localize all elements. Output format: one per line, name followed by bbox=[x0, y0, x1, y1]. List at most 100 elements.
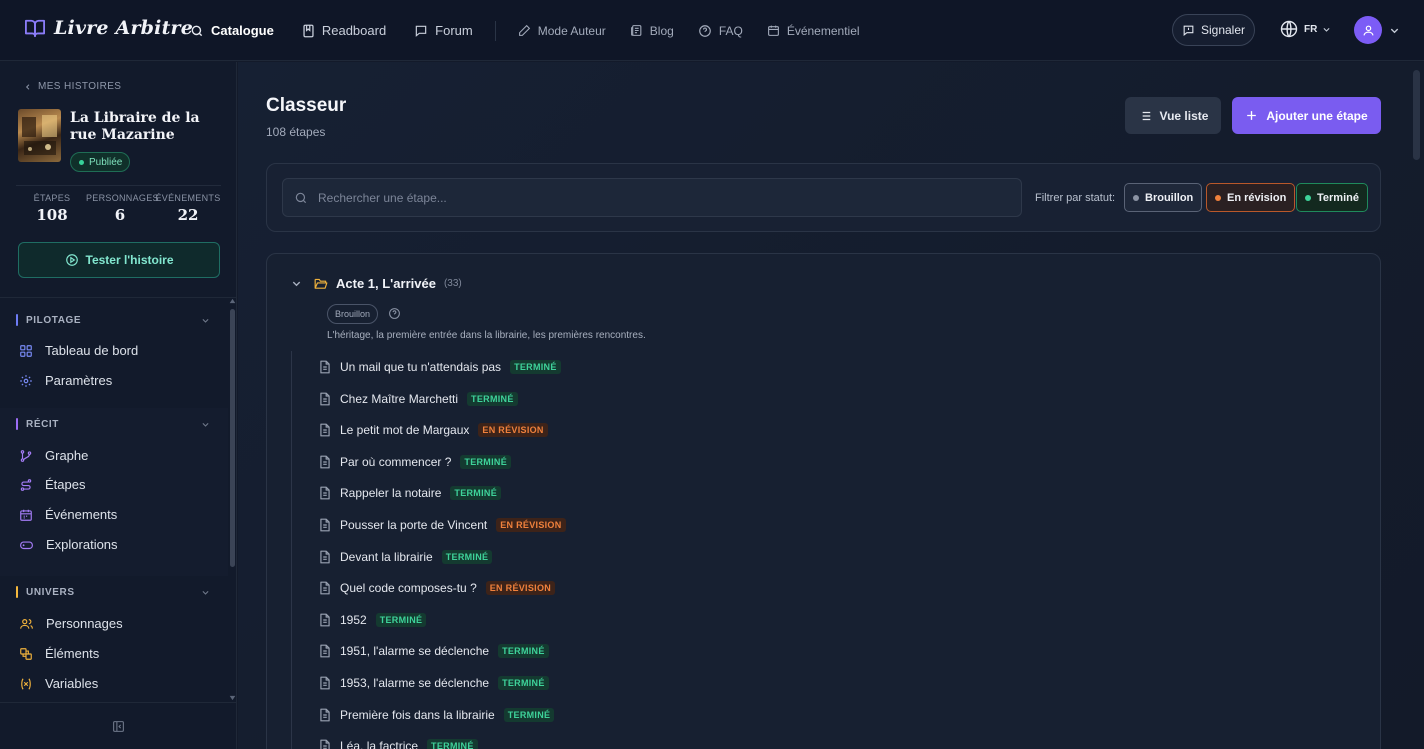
step-row[interactable]: Devant la librairie TERMINÉ bbox=[319, 549, 493, 564]
filter-chip-en-revision[interactable]: En révision bbox=[1206, 183, 1296, 212]
bookmark-book-icon bbox=[302, 24, 315, 38]
step-row[interactable]: Quel code composes-tu ? EN RÉVISION bbox=[319, 581, 556, 596]
nav-evenementiel[interactable]: Événementiel bbox=[767, 24, 860, 38]
chevron-down-icon[interactable] bbox=[291, 278, 302, 289]
nav-blog[interactable]: Blog bbox=[630, 24, 674, 38]
step-row[interactable]: Par où commencer ? TERMINÉ bbox=[319, 454, 511, 469]
file-text-icon bbox=[319, 486, 331, 500]
help-circle-icon[interactable] bbox=[388, 307, 401, 320]
nav-forum[interactable]: Forum bbox=[414, 23, 473, 38]
step-row[interactable]: Un mail que tu n'attendais pas TERMINÉ bbox=[319, 360, 561, 374]
chip-label: Terminé bbox=[1317, 191, 1359, 204]
step-row[interactable]: Pousser la porte de Vincent EN RÉVISION bbox=[319, 518, 566, 532]
nav-label: FAQ bbox=[718, 23, 743, 38]
filter-chip-termine[interactable]: Terminé bbox=[1296, 183, 1368, 212]
step-status-badge: TERMINÉ bbox=[460, 454, 511, 469]
step-row[interactable]: 1951, l'alarme se déclenche TERMINÉ bbox=[319, 644, 549, 659]
brand-name: Livre Arbitre bbox=[54, 17, 194, 39]
step-row[interactable]: Première fois dans la librairie TERMINÉ bbox=[319, 707, 555, 722]
sidebar: MES HISTOIRES La Libraire de la rue Maza… bbox=[0, 62, 237, 749]
list-view-button[interactable]: Vue liste bbox=[1125, 97, 1221, 134]
test-story-button[interactable]: Tester l'histoire bbox=[18, 242, 220, 278]
sidebar-scrollbar-thumb[interactable] bbox=[230, 309, 235, 567]
nav-faq[interactable]: FAQ bbox=[698, 24, 743, 38]
help-circle-icon bbox=[698, 24, 712, 38]
status-badge: Publiée bbox=[70, 152, 131, 172]
section-title: UNIVERS bbox=[26, 586, 75, 598]
chevron-down-icon[interactable] bbox=[201, 316, 210, 325]
step-row[interactable]: Rappeler la notaire TERMINÉ bbox=[319, 486, 502, 501]
story-cover-image bbox=[18, 109, 61, 162]
back-label: MES HISTOIRES bbox=[38, 81, 122, 92]
stat-label: ÉTAPES bbox=[33, 193, 71, 203]
act-header[interactable]: Acte 1, L'arrivée (33) bbox=[291, 276, 462, 291]
stat-evenements: ÉVÉNEMENTS 22 bbox=[154, 193, 222, 224]
back-to-stories-link[interactable]: MES HISTOIRES bbox=[24, 81, 121, 92]
folder-open-icon bbox=[314, 277, 328, 290]
step-title: Léa, la factrice bbox=[340, 739, 419, 749]
sidebar-item-label: Éléments bbox=[45, 646, 100, 661]
page-title: Classeur bbox=[266, 95, 347, 116]
git-branch-icon bbox=[19, 449, 33, 463]
step-row[interactable]: Le petit mot de Margaux EN RÉVISION bbox=[319, 423, 548, 438]
page-scrollbar[interactable] bbox=[1412, 62, 1424, 749]
sidebar-item-variables[interactable]: Variables bbox=[19, 676, 98, 691]
step-status-badge: TERMINÉ bbox=[498, 676, 549, 690]
dashboard-icon bbox=[19, 344, 33, 358]
add-step-button[interactable]: Ajouter une étape bbox=[1232, 97, 1381, 134]
page-scrollbar-thumb[interactable] bbox=[1413, 70, 1420, 160]
play-circle-icon bbox=[65, 253, 79, 267]
section-header[interactable]: RÉCIT bbox=[16, 418, 59, 430]
step-status-badge: TERMINÉ bbox=[510, 360, 561, 374]
chevron-down-icon[interactable] bbox=[201, 588, 210, 597]
step-status-badge: TERMINÉ bbox=[450, 486, 502, 501]
chevron-down-icon[interactable] bbox=[201, 420, 210, 429]
sidebar-item-elements[interactable]: Éléments bbox=[19, 646, 99, 661]
section-header[interactable]: PILOTAGE bbox=[16, 314, 81, 326]
sidebar-item-personnages[interactable]: Personnages bbox=[19, 616, 123, 631]
scroll-up-icon[interactable] bbox=[229, 298, 236, 304]
step-title: Par où commencer ? bbox=[340, 454, 452, 469]
sidebar-item-label: Variables bbox=[45, 676, 99, 691]
step-row[interactable]: 1952 TERMINÉ bbox=[319, 612, 427, 627]
sidebar-menu: PILOTAGE Tableau de bord Paramètres RÉCI… bbox=[0, 297, 237, 702]
nav-label: Readboard bbox=[321, 23, 387, 38]
step-title: 1951, l'alarme se déclenche bbox=[340, 644, 490, 659]
step-status-badge: EN RÉVISION bbox=[478, 423, 548, 438]
nav-catalogue[interactable]: Catalogue bbox=[190, 23, 274, 38]
nav-readboard[interactable]: Readboard bbox=[302, 23, 386, 38]
variable-icon bbox=[19, 677, 33, 691]
collapse-sidebar-icon[interactable] bbox=[112, 720, 125, 733]
search-input[interactable]: Rechercher une étape... bbox=[282, 178, 1022, 217]
step-row[interactable]: 1953, l'alarme se déclenche TERMINÉ bbox=[319, 676, 549, 690]
sidebar-item-explorations[interactable]: Explorations bbox=[19, 537, 118, 552]
sidebar-item-graphe[interactable]: Graphe bbox=[19, 448, 88, 463]
section-header[interactable]: UNIVERS bbox=[16, 586, 75, 598]
section-title: PILOTAGE bbox=[26, 314, 82, 326]
sidebar-item-etapes[interactable]: Étapes bbox=[19, 477, 85, 492]
scroll-down-icon[interactable] bbox=[229, 695, 236, 701]
filter-chip-brouillon[interactable]: Brouillon bbox=[1124, 183, 1203, 212]
nav-mode-auteur[interactable]: Mode Auteur bbox=[518, 24, 606, 38]
chevron-left-icon bbox=[24, 83, 32, 91]
step-title: Un mail que tu n'attendais pas bbox=[340, 360, 502, 374]
section-univers: UNIVERS Personnages Éléments Variables bbox=[0, 576, 228, 702]
sidebar-item-parametres[interactable]: Paramètres bbox=[19, 373, 112, 388]
main-content: Classeur 108 étapes Vue liste Ajouter un… bbox=[238, 62, 1424, 749]
stat-value: 108 bbox=[36, 206, 68, 224]
page-subtitle: 108 étapes bbox=[266, 125, 326, 139]
user-menu[interactable] bbox=[1354, 16, 1400, 44]
act-status-badge[interactable]: Brouillon bbox=[327, 304, 379, 324]
step-row[interactable]: Chez Maître Marchetti TERMINÉ bbox=[319, 391, 518, 406]
sidebar-item-evenements[interactable]: Événements bbox=[19, 507, 117, 522]
sidebar-item-label: Paramètres bbox=[45, 373, 113, 388]
step-title: Devant la librairie bbox=[340, 549, 433, 564]
file-text-icon bbox=[319, 518, 331, 532]
language-selector[interactable]: FR bbox=[1279, 19, 1331, 39]
sidebar-item-tableau-de-bord[interactable]: Tableau de bord bbox=[19, 343, 138, 358]
file-text-icon bbox=[319, 644, 331, 658]
step-row[interactable]: Léa, la factrice TERMINÉ bbox=[319, 739, 478, 749]
filter-label: Filtrer par statut: bbox=[1035, 192, 1116, 204]
brand-logo[interactable]: Livre Arbitre bbox=[24, 17, 193, 39]
signal-button[interactable]: Signaler bbox=[1172, 14, 1255, 46]
